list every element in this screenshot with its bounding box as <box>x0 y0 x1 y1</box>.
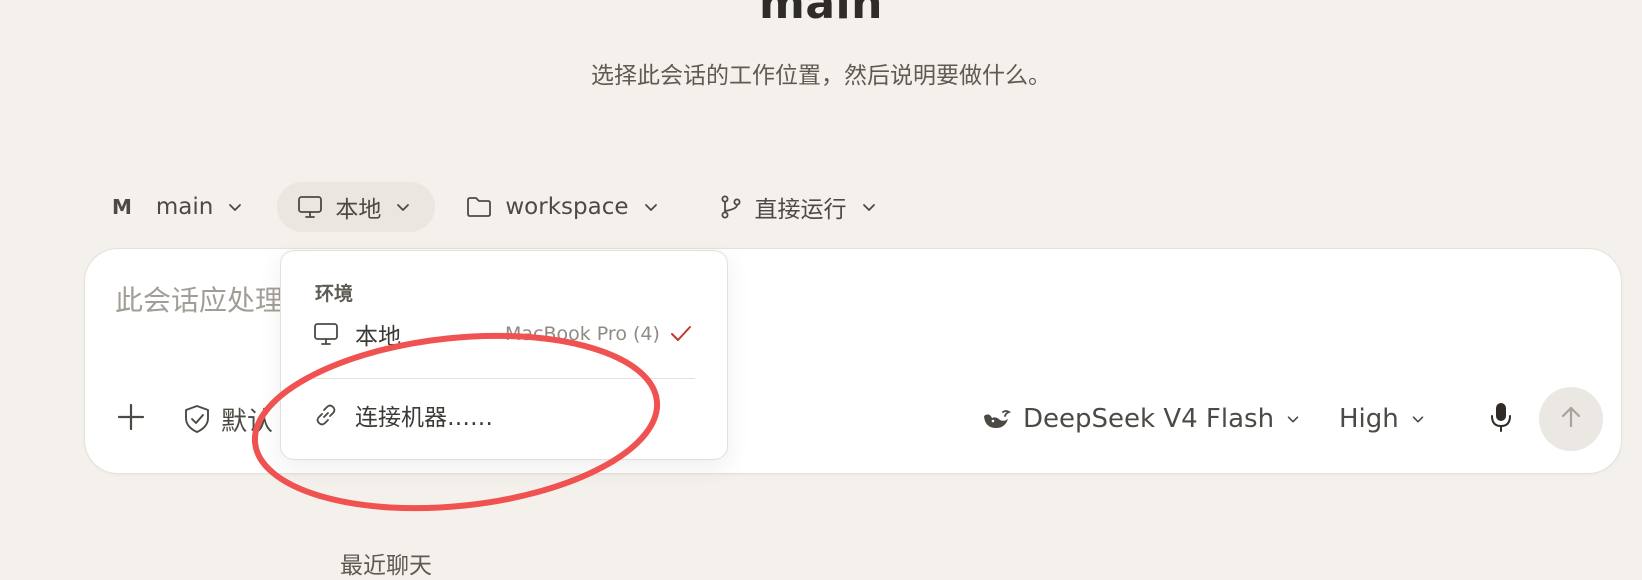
whale-icon <box>981 406 1011 432</box>
microphone-icon <box>1488 401 1514 437</box>
menu-divider <box>313 378 695 379</box>
workspace-selector[interactable]: workspace <box>459 182 666 232</box>
menu-item-connect-machine[interactable]: 连接机器…… <box>313 393 493 437</box>
prompt-input[interactable]: 此会话应处理 <box>115 279 283 319</box>
link-icon <box>313 402 339 428</box>
run-mode-selector[interactable]: 直接运行 <box>713 182 885 232</box>
effort-selector[interactable]: High <box>1339 397 1427 441</box>
environment-menu: 环境 本地 MacBook Pro (4) 连接机器…… <box>280 250 728 460</box>
chevron-down-icon <box>859 197 879 217</box>
workspace-label: workspace <box>505 194 629 220</box>
model-label: DeepSeek V4 Flash <box>1023 404 1275 434</box>
repo-badge: M <box>112 195 132 219</box>
machine-name: MacBook Pro (4) <box>505 323 660 345</box>
shield-check-icon <box>183 404 211 434</box>
model-selector[interactable]: DeepSeek V4 Flash <box>981 397 1302 441</box>
folder-icon <box>465 195 493 219</box>
menu-item-label: 本地 <box>355 324 401 350</box>
run-mode-label: 直接运行 <box>754 197 847 223</box>
environment-label: 本地 <box>335 197 382 223</box>
page-subtitle: 选择此会话的工作位置，然后说明要做什么。 <box>591 63 1051 89</box>
effort-label: High <box>1339 404 1399 434</box>
environment-selector[interactable]: 本地 <box>277 182 436 232</box>
repo-label: main <box>155 194 214 220</box>
menu-header: 环境 <box>315 283 354 305</box>
permission-label: 默认 <box>221 406 274 437</box>
chevron-down-icon <box>1284 410 1302 428</box>
menu-item-local[interactable]: 本地 MacBook Pro (4) <box>313 313 693 355</box>
recent-chats-heading: 最近聊天 <box>340 553 432 579</box>
chevron-down-icon <box>393 197 413 217</box>
monitor-icon <box>313 322 339 346</box>
chevron-down-icon <box>641 197 661 217</box>
add-attachment-button[interactable] <box>111 399 151 439</box>
page-title: main <box>759 0 883 29</box>
permission-selector[interactable]: 默认 <box>183 399 273 439</box>
check-icon <box>669 323 693 345</box>
send-button[interactable] <box>1539 387 1603 451</box>
repo-selector[interactable]: M main <box>102 182 253 232</box>
chevron-down-icon <box>225 197 245 217</box>
menu-item-label: 连接机器…… <box>355 405 493 431</box>
plus-icon <box>115 401 147 437</box>
voice-input-button[interactable] <box>1481 399 1521 439</box>
session-toolbar: M main 本地 workspace 直接运行 <box>102 182 885 232</box>
monitor-icon <box>297 195 323 219</box>
git-branch-icon <box>719 194 743 220</box>
chevron-down-icon <box>1409 410 1427 428</box>
arrow-up-icon <box>1558 404 1584 434</box>
